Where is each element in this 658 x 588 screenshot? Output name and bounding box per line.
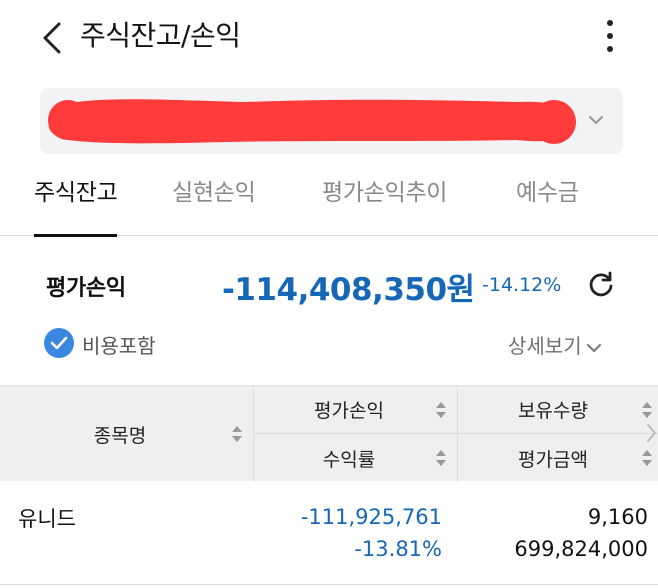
include-fees-checkbox[interactable] xyxy=(44,328,74,358)
check-icon xyxy=(50,336,68,350)
valuation-summary: 평가손익 -114,408,350원 -14.12% xyxy=(0,258,658,318)
column-header-quantity[interactable]: 보유수량 xyxy=(458,386,648,433)
valuation-pl-value: -114,408,350원 xyxy=(222,272,475,308)
app-header: 주식잔고/손익 xyxy=(0,0,658,76)
page-title: 주식잔고/손익 xyxy=(80,19,241,52)
tab-deposit[interactable]: 예수금 xyxy=(516,170,579,236)
tab-bar: 주식잔고 실현손익 평가손익추이 예수금 xyxy=(0,170,658,237)
include-fees-label: 비용포함 xyxy=(82,334,156,358)
chevron-down-icon xyxy=(586,343,601,352)
sort-icon[interactable] xyxy=(641,449,653,467)
detail-view-link[interactable]: 상세보기 xyxy=(508,330,602,359)
redaction-mask xyxy=(48,99,576,144)
options-row: 비용포함 상세보기 xyxy=(0,322,658,366)
stock-quantity: 9,160 xyxy=(587,505,648,529)
tab-valuation-trend[interactable]: 평가손익추이 xyxy=(322,170,447,236)
more-vertical-icon xyxy=(607,20,613,26)
valuation-pl-label: 평가손익 xyxy=(46,276,126,301)
chevron-left-icon xyxy=(43,22,61,54)
refresh-icon[interactable] xyxy=(586,270,616,300)
sort-icon[interactable] xyxy=(641,401,653,419)
column-header-rate[interactable]: 수익률 xyxy=(254,434,444,482)
table-header: 종목명 평가손익 수익률 보유수량 평가금액 xyxy=(0,385,658,482)
chevron-down-icon[interactable] xyxy=(586,110,606,130)
tab-realized-pl[interactable]: 실현손익 xyxy=(172,170,256,236)
chevron-right-icon[interactable] xyxy=(644,422,658,444)
back-button[interactable] xyxy=(34,18,70,58)
column-header-name[interactable]: 종목명 xyxy=(0,386,240,482)
stock-name: 유니드 xyxy=(18,507,76,531)
sort-icon[interactable] xyxy=(435,401,447,419)
table-row[interactable]: 유니드 -111,925,761 -13.81% 9,160 699,824,0… xyxy=(0,481,658,585)
sort-icon[interactable] xyxy=(435,449,447,467)
stock-amount: 699,824,000 xyxy=(514,537,648,561)
tab-stock-balance[interactable]: 주식잔고 xyxy=(34,170,118,237)
account-selector[interactable] xyxy=(40,88,623,154)
column-header-pl[interactable]: 평가손익 xyxy=(254,386,444,433)
detail-view-label: 상세보기 xyxy=(508,334,582,358)
valuation-pl-rate: -14.12% xyxy=(482,274,562,296)
stock-pl: -111,925,761 xyxy=(300,505,442,529)
more-options-button[interactable] xyxy=(596,14,624,58)
sort-icon[interactable] xyxy=(231,425,243,443)
column-header-amount[interactable]: 평가금액 xyxy=(458,434,648,482)
stock-rate: -13.81% xyxy=(354,537,442,561)
